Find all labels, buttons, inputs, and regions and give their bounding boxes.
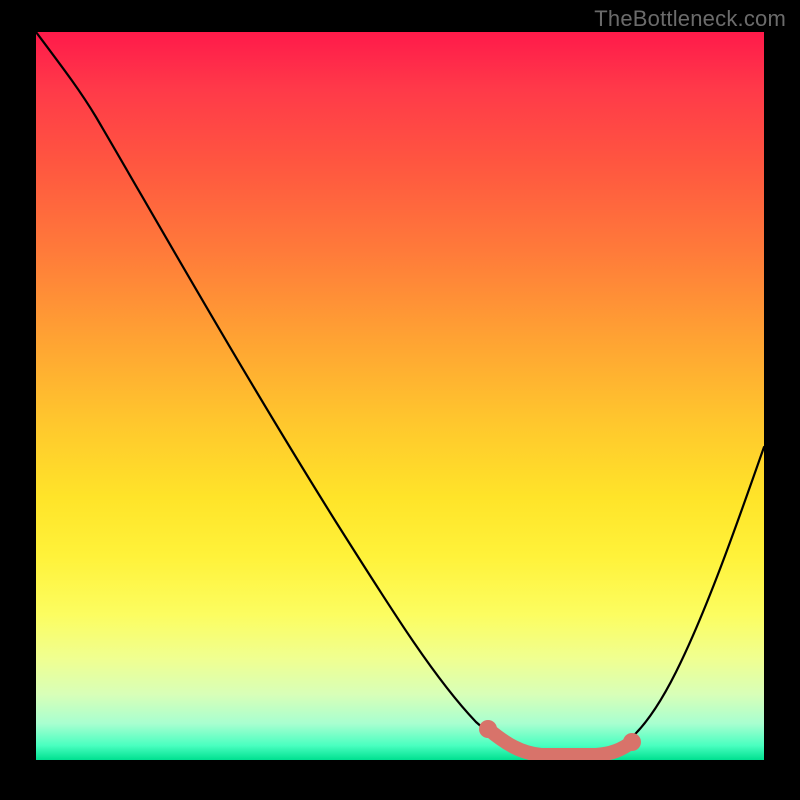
marker-end-dot [623,733,641,751]
chart-svg [36,32,764,760]
chart-plot-area [36,32,764,760]
chart-highlight-segment [488,729,632,755]
attribution-text: TheBottleneck.com [594,6,786,32]
chart-curve [36,32,764,757]
